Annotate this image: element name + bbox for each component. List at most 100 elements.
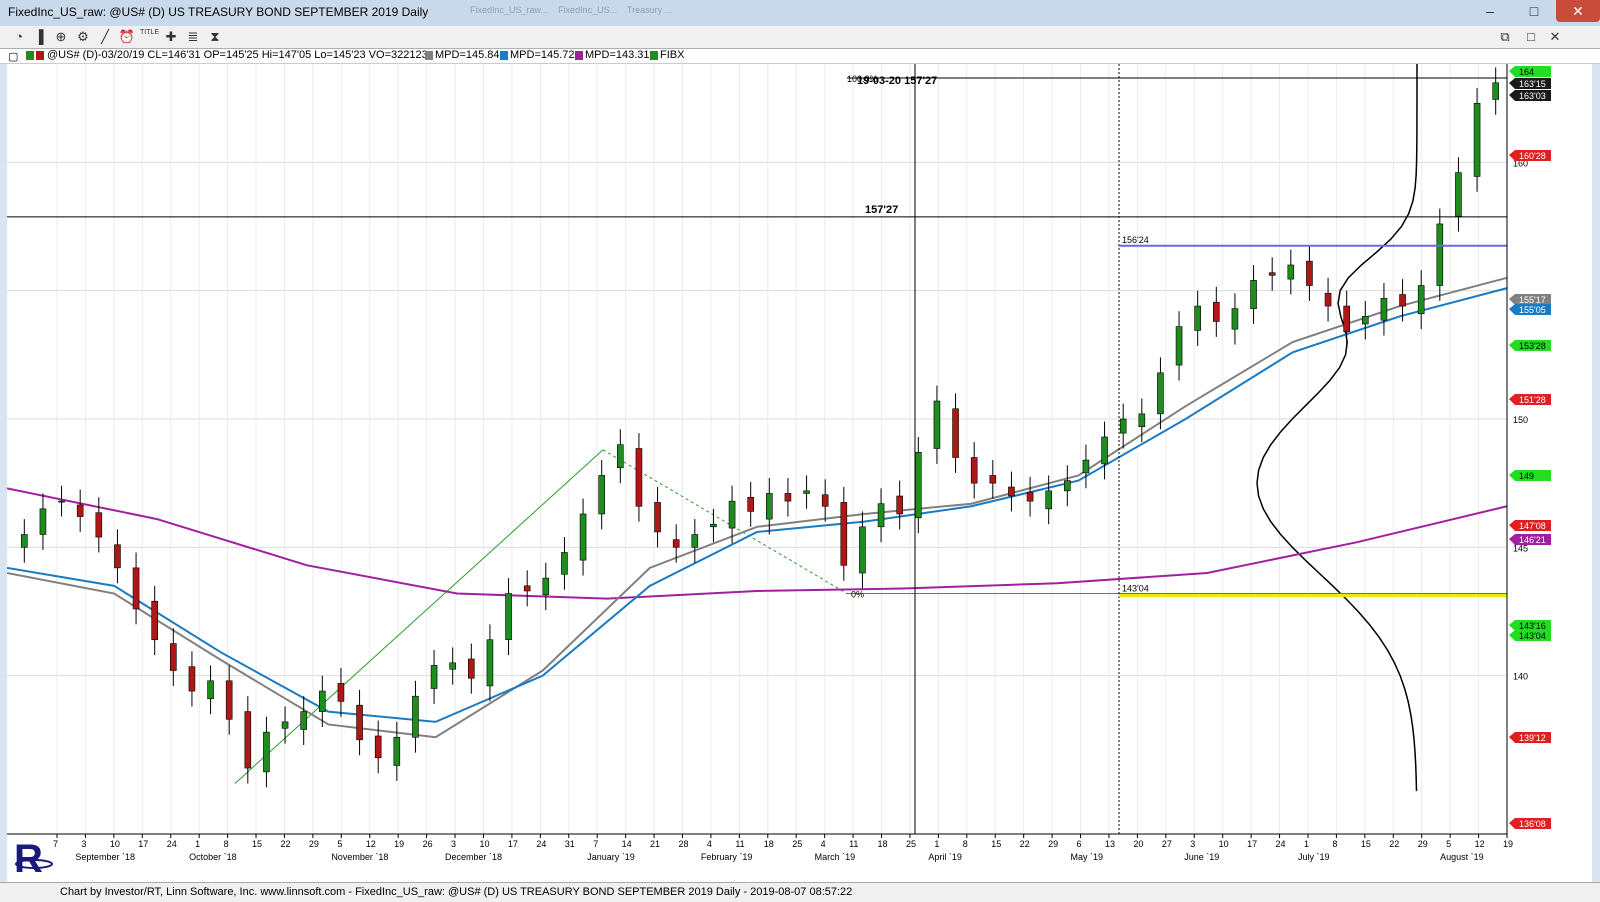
- window-title: FixedInc_US_raw: @US# (D) US TREASURY BO…: [8, 5, 429, 19]
- candle-body: [1343, 305, 1350, 333]
- candle-body: [970, 457, 978, 484]
- candle-body: [859, 526, 866, 574]
- x-day-label: 10: [1219, 839, 1229, 849]
- ma-purple-swatch: [575, 51, 583, 60]
- candle-body: [635, 448, 643, 507]
- candle-body: [877, 503, 885, 528]
- indicator-ma-gray[interactable]: MPD=145.84: [435, 49, 500, 61]
- x-day-label: 29: [309, 839, 319, 849]
- x-day-label: 1: [195, 839, 200, 849]
- x-day-label: 19: [1503, 839, 1513, 849]
- candle-body: [1362, 316, 1369, 325]
- blurred-tab[interactable]: Treasury ...: [627, 5, 672, 15]
- price-tag-label: 143'04: [1519, 631, 1546, 641]
- minimize-icon[interactable]: –: [1468, 0, 1512, 22]
- candle-body: [76, 504, 84, 517]
- status-text: Chart by Investor/RT, Linn Software, Inc…: [60, 886, 853, 898]
- price-tag-label: 155'17: [1519, 295, 1546, 305]
- candle-body: [1045, 490, 1052, 510]
- crosshair-info-label: 19-03-20 157'27: [857, 75, 937, 87]
- maximize-chart-icon[interactable]: □: [1522, 28, 1540, 46]
- candle-body: [263, 731, 270, 773]
- x-day-label: 4: [707, 839, 712, 849]
- restore-icon[interactable]: ⧉: [1496, 28, 1514, 46]
- x-day-label: 1: [934, 839, 939, 849]
- crosshair-icon[interactable]: ✚: [162, 28, 180, 46]
- x-day-label: 15: [991, 839, 1001, 849]
- indicator-ma-purple[interactable]: MPD=143.31: [585, 49, 650, 61]
- candle-body: [1455, 172, 1462, 217]
- x-day-label: 17: [138, 839, 148, 849]
- candle-body: [672, 539, 680, 548]
- candle-body: [356, 704, 363, 741]
- candle-body: [821, 494, 829, 507]
- candle-body: [1119, 418, 1127, 434]
- crosshair-price-label: 157'27: [865, 204, 898, 216]
- down-color-swatch: [36, 51, 44, 60]
- symbol-info[interactable]: @US# (D)-03/20/19 CL=146'31 OP=145'25 Hi…: [47, 49, 428, 61]
- x-day-label: 26: [423, 839, 433, 849]
- candle-body: [244, 711, 252, 769]
- candle-body: [915, 452, 922, 519]
- resistance-label: 156'24: [1122, 235, 1149, 245]
- candle-body: [1436, 223, 1444, 286]
- draw-line-icon[interactable]: ╱: [96, 28, 114, 46]
- clock-icon[interactable]: ⏰: [118, 28, 136, 46]
- indicator-fibx[interactable]: FIBX: [660, 49, 684, 61]
- candle-body: [523, 585, 531, 592]
- candle-body: [1399, 294, 1406, 307]
- close-chart-icon[interactable]: ✕: [1546, 28, 1564, 46]
- candle-body: [468, 658, 475, 679]
- x-day-label: 18: [878, 839, 888, 849]
- fibx-swatch: [650, 51, 658, 60]
- x-day-label: 20: [1133, 839, 1143, 849]
- candle-body: [1064, 480, 1071, 492]
- candle-body: [188, 666, 196, 692]
- candle-body: [747, 496, 754, 512]
- x-day-label: 24: [1276, 839, 1286, 849]
- candle-body: [449, 662, 456, 670]
- blurred-tab[interactable]: FixedInc_US_raw...: [470, 5, 548, 15]
- bars-icon[interactable]: ▐: [30, 28, 48, 46]
- price-tag-label: 139'12: [1519, 733, 1546, 743]
- x-day-label: 14: [622, 839, 632, 849]
- candle-body: [114, 544, 121, 569]
- blurred-tab[interactable]: FixedInc_US...: [558, 5, 617, 15]
- candle-body: [1213, 301, 1220, 322]
- hourglass-icon[interactable]: ⧗: [206, 28, 224, 46]
- time-axis: 7 3 10 17 24 1 8 15 22 29 5 12 19 26 3 10 17 24 31 7 14 21 28 4…: [53, 834, 1513, 862]
- price-tag-label: 149: [1519, 471, 1534, 481]
- indicator-ma-blue[interactable]: MPD=145.72: [510, 49, 575, 61]
- candle-body: [784, 493, 792, 502]
- x-month-label: December `18: [445, 852, 502, 862]
- candle-body: [1101, 436, 1108, 465]
- price-tag-label: 151'28: [1519, 395, 1546, 405]
- candle-body: [598, 475, 605, 515]
- x-day-label: 8: [963, 839, 968, 849]
- yellow-support-label: 143'04: [1122, 583, 1149, 593]
- ma-gray-swatch: [425, 51, 433, 60]
- candle-body: [95, 512, 103, 538]
- chart-canvas[interactable]: 0% 157'27100.0%19-03-20 157'27156'24143'…: [6, 46, 1592, 882]
- candle-body: [728, 500, 736, 529]
- x-day-label: 15: [1361, 839, 1371, 849]
- svg-text:R: R: [14, 837, 43, 880]
- pie-icon[interactable]: ◔: [10, 28, 28, 46]
- title-icon[interactable]: TITLE: [140, 28, 159, 46]
- x-day-label: 27: [1162, 839, 1172, 849]
- maximize-icon[interactable]: □: [1512, 0, 1556, 22]
- x-day-label: 17: [1247, 839, 1257, 849]
- price-chart[interactable]: 0% 157'27 100.0% 19-03-20 157'27 156'24 143'…: [6, 46, 1592, 882]
- x-month-label: May `19: [1071, 852, 1104, 862]
- candle-body: [430, 665, 438, 689]
- x-day-label: 25: [792, 839, 802, 849]
- window-controls: – □ ✕: [1468, 0, 1600, 24]
- gear-icon[interactable]: ⚙: [74, 28, 92, 46]
- slider-icon[interactable]: ≣: [184, 28, 202, 46]
- y-tick-label: 140: [1513, 672, 1528, 682]
- zoom-icon[interactable]: ⊕: [52, 28, 70, 46]
- close-icon[interactable]: ✕: [1556, 0, 1600, 22]
- ma-blue-swatch: [500, 51, 508, 60]
- candle-body: [1175, 326, 1183, 366]
- candle-body: [486, 639, 494, 687]
